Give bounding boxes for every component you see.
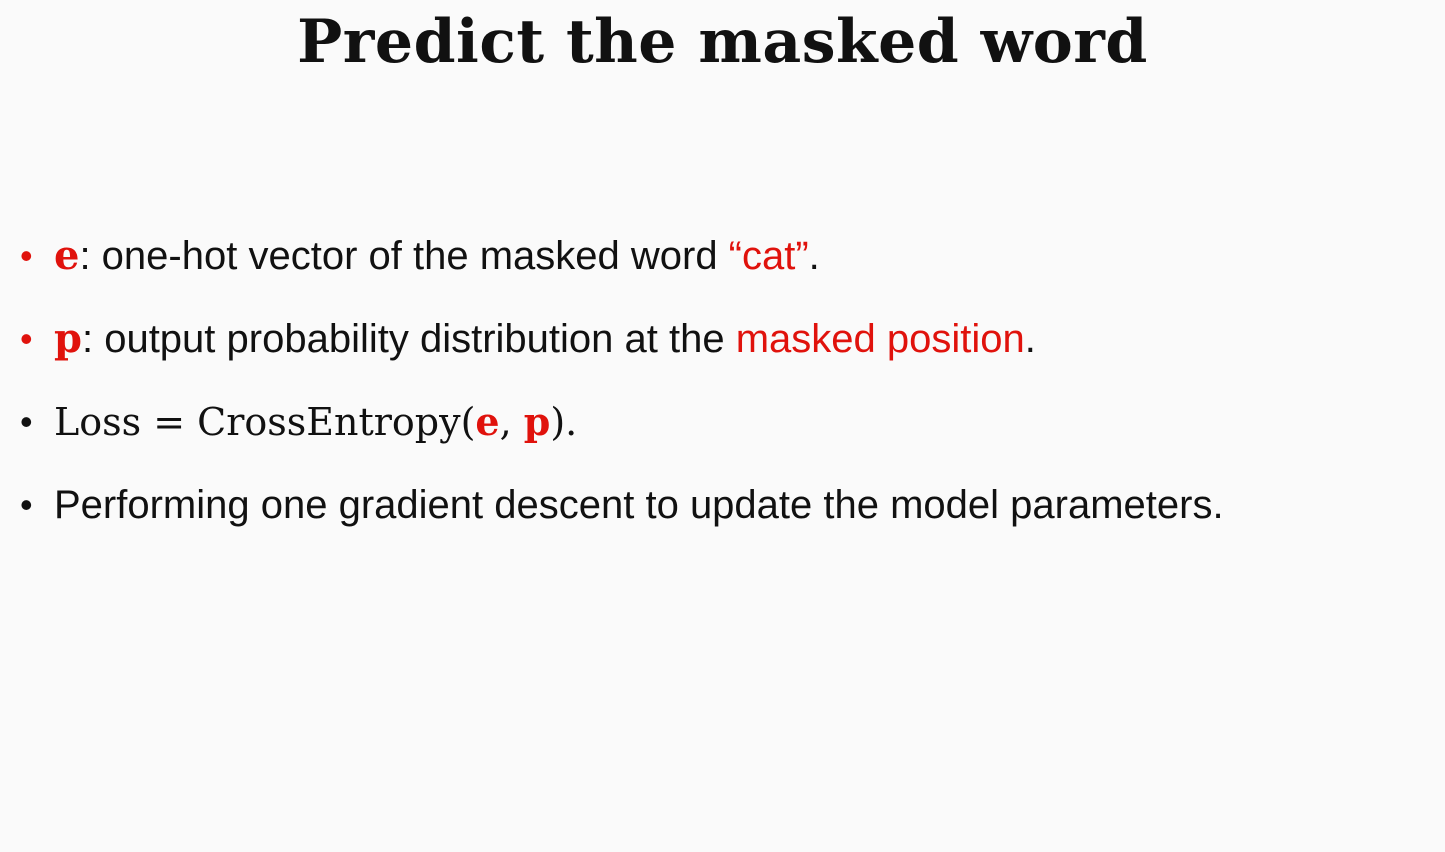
bullet-item-p-definition: • p: output probability distribution at t… — [20, 309, 1440, 369]
bullet-text: : output probability distribution at the — [81, 317, 736, 361]
bullet-list: • e: one-hot vector of the masked word “c… — [20, 226, 1440, 558]
bullet-dot-icon: • — [20, 235, 33, 276]
bullet-item-e-definition: • e: one-hot vector of the masked word “c… — [20, 226, 1440, 286]
bullet-text: : one-hot vector of the masked word — [79, 234, 729, 278]
slide-title: Predict the masked word — [297, 7, 1148, 77]
formula-function: CrossEntropy( — [197, 400, 476, 444]
formula-comma: , — [499, 400, 524, 444]
bullet-dot-icon: • — [20, 318, 33, 359]
formula-lhs: Loss — [54, 400, 142, 444]
bullet-text: Performing one gradient descent to updat… — [54, 483, 1224, 527]
bullet-period: . — [1024, 317, 1036, 361]
bullet-item-loss-formula: • Loss = CrossEntropy(e, p). — [20, 392, 1440, 452]
formula-arg-e: e — [475, 399, 500, 444]
bullet-item-gradient-descent: • Performing one gradient descent to upda… — [20, 475, 1440, 535]
bullet-dot-icon: • — [20, 401, 33, 442]
formula-close: ). — [550, 400, 578, 444]
bullet-period: . — [808, 234, 820, 278]
symbol-e: e — [54, 232, 80, 279]
highlight-cat: “cat” — [728, 234, 809, 278]
bullet-dot-icon: • — [20, 484, 33, 525]
symbol-p: p — [54, 315, 82, 362]
formula-arg-p: p — [523, 399, 551, 444]
highlight-masked-position: masked position — [735, 317, 1025, 361]
formula-equals: = — [141, 400, 198, 444]
loss-formula: Loss = CrossEntropy(e, p). — [54, 399, 578, 444]
